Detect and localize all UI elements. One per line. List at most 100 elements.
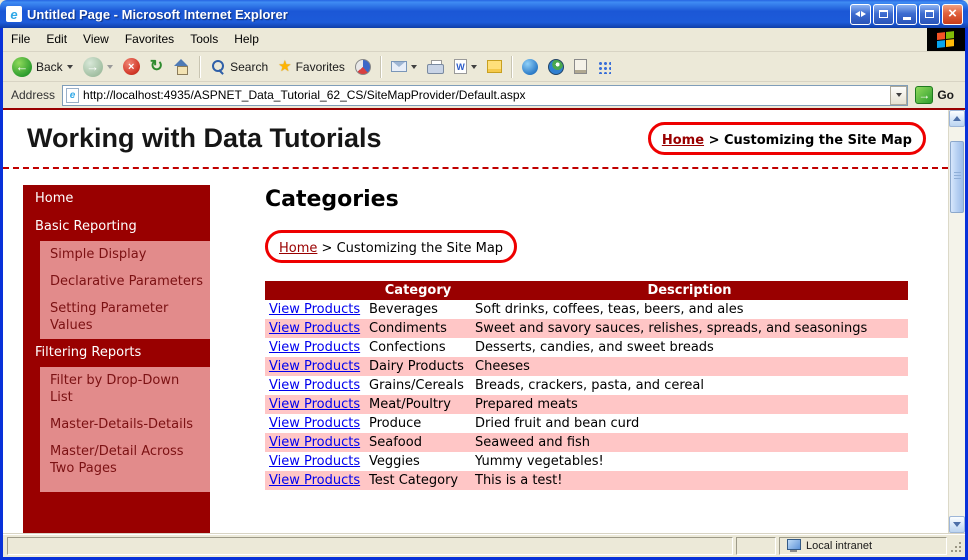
sidebar-item-simple-display[interactable]: Simple Display xyxy=(40,241,210,268)
maximize-button[interactable] xyxy=(919,3,940,25)
scrollbar-track[interactable] xyxy=(949,127,965,516)
toolbar: Back Search Favorites xyxy=(3,52,965,82)
go-icon xyxy=(915,86,934,104)
view-products-link[interactable]: View Products xyxy=(269,302,360,317)
close-button[interactable] xyxy=(942,3,963,25)
description-cell: Breads, crackers, pasta, and cereal xyxy=(475,378,704,393)
breadcrumb-home-link[interactable]: Home xyxy=(662,133,704,148)
browser-window: Untitled Page - Microsoft Internet Explo… xyxy=(0,0,968,560)
windows-flag-icon xyxy=(937,31,955,48)
scroll-up-icon xyxy=(953,116,961,121)
sidebar-item-filtering-reports[interactable]: Filtering Reports xyxy=(23,339,210,367)
stop-icon xyxy=(122,58,140,75)
mail-button[interactable] xyxy=(386,59,422,74)
description-cell: Yummy vegetables! xyxy=(475,454,604,469)
annotation-oval-top: Home > Customizing the Site Map xyxy=(647,122,926,155)
menu-help[interactable]: Help xyxy=(226,28,267,51)
view-products-link[interactable]: View Products xyxy=(269,359,360,374)
discuss-icon xyxy=(486,60,502,73)
arrow-right-icon xyxy=(861,11,866,17)
print-icon xyxy=(426,59,444,74)
table-row: View Products Meat/Poultry Prepared meat… xyxy=(265,395,908,414)
page-content: Home Basic Reporting Simple Display Decl… xyxy=(3,169,948,533)
address-input[interactable] xyxy=(79,88,891,102)
table-row: View Products Veggies Yummy vegetables! xyxy=(265,452,908,471)
header-category: Category xyxy=(365,281,471,300)
sidebar-item-setting-parameter-values[interactable]: Setting Parameter Values xyxy=(40,295,210,339)
chrome-body: File Edit View Favorites Tools Help Back xyxy=(0,28,968,560)
view-products-link[interactable]: View Products xyxy=(269,416,360,431)
menu-edit[interactable]: Edit xyxy=(38,28,75,51)
titlebar-arrows-button[interactable] xyxy=(850,3,871,25)
refresh-button[interactable] xyxy=(145,57,168,77)
discuss-button[interactable] xyxy=(482,58,507,75)
page-area: Working with Data Tutorials Home > Custo… xyxy=(3,108,965,533)
resize-grip[interactable] xyxy=(949,538,963,554)
sidebar-item-partial xyxy=(40,482,210,492)
toolbar-separator xyxy=(199,55,202,78)
scrollbar-thumb[interactable] xyxy=(950,141,964,213)
sidebar-item-master-details-details[interactable]: Master-Details-Details xyxy=(40,411,210,438)
home-button[interactable] xyxy=(168,57,195,76)
sidebar-item-declarative-parameters[interactable]: Declarative Parameters xyxy=(40,268,210,295)
categories-table: Category Description View Products Bever… xyxy=(265,281,908,490)
ie-app-icon xyxy=(6,6,22,22)
menu-view[interactable]: View xyxy=(75,28,117,51)
minimize-button[interactable] xyxy=(896,3,917,25)
menu-favorites[interactable]: Favorites xyxy=(117,28,182,51)
research-button[interactable] xyxy=(569,57,592,76)
scroll-down-icon xyxy=(953,522,961,527)
web-page: Working with Data Tutorials Home > Custo… xyxy=(3,110,948,533)
edit-button[interactable] xyxy=(449,57,482,76)
address-dropdown-button[interactable] xyxy=(890,85,908,105)
annotation-oval-content: Home > Customizing the Site Map xyxy=(265,230,518,263)
messenger-icon xyxy=(521,58,538,75)
menu-file[interactable]: File xyxy=(3,28,38,51)
refresh-icon xyxy=(150,59,163,75)
view-products-link[interactable]: View Products xyxy=(269,473,360,488)
view-products-link[interactable]: View Products xyxy=(269,321,360,336)
main-content: Categories Home > Customizing the Site M… xyxy=(265,185,948,533)
address-field xyxy=(62,84,909,106)
categories-heading: Categories xyxy=(265,187,399,212)
description-cell: Cheeses xyxy=(475,359,530,374)
links-button[interactable] xyxy=(592,58,616,76)
search-button[interactable]: Search xyxy=(205,57,273,77)
scroll-up-button[interactable] xyxy=(949,110,965,127)
chevron-down-icon xyxy=(895,93,902,97)
titlebar-window-button[interactable] xyxy=(873,3,894,25)
breadcrumb-home-link[interactable]: Home xyxy=(279,241,317,256)
minimize-icon xyxy=(902,17,911,20)
scroll-down-button[interactable] xyxy=(949,516,965,533)
sidebar-item-home[interactable]: Home xyxy=(23,185,210,213)
category-cell: Produce xyxy=(369,416,422,431)
forward-button[interactable] xyxy=(78,55,118,79)
windows-brand-logo xyxy=(927,28,965,51)
windows-update-button[interactable] xyxy=(543,57,569,77)
view-products-link[interactable]: View Products xyxy=(269,454,360,469)
search-icon xyxy=(210,59,226,75)
print-button[interactable] xyxy=(422,58,449,76)
stop-button[interactable] xyxy=(118,56,145,77)
address-label: Address xyxy=(11,88,56,102)
vertical-scrollbar[interactable] xyxy=(948,110,965,533)
history-button[interactable] xyxy=(350,57,376,77)
view-products-link[interactable]: View Products xyxy=(269,397,360,412)
sidebar-item-master-detail-across-two-pages[interactable]: Master/Detail Across Two Pages xyxy=(40,438,210,482)
back-icon xyxy=(12,56,32,77)
view-products-link[interactable]: View Products xyxy=(269,378,360,393)
view-products-link[interactable]: View Products xyxy=(269,340,360,355)
view-products-link[interactable]: View Products xyxy=(269,435,360,450)
sidebar-item-basic-reporting[interactable]: Basic Reporting xyxy=(23,213,210,241)
page-title: Working with Data Tutorials xyxy=(27,123,382,153)
sidebar-item-filter-by-dropdown-list[interactable]: Filter by Drop-Down List xyxy=(40,367,210,411)
messenger-button[interactable] xyxy=(517,57,543,77)
home-icon xyxy=(173,59,190,75)
header-description: Description xyxy=(471,281,908,300)
maximize-icon xyxy=(925,10,934,18)
favorites-button[interactable]: Favorites xyxy=(273,57,350,76)
back-button[interactable]: Back xyxy=(7,55,78,79)
go-button[interactable]: Go xyxy=(908,86,961,104)
back-dropdown-icon xyxy=(66,64,73,69)
menu-tools[interactable]: Tools xyxy=(182,28,226,51)
